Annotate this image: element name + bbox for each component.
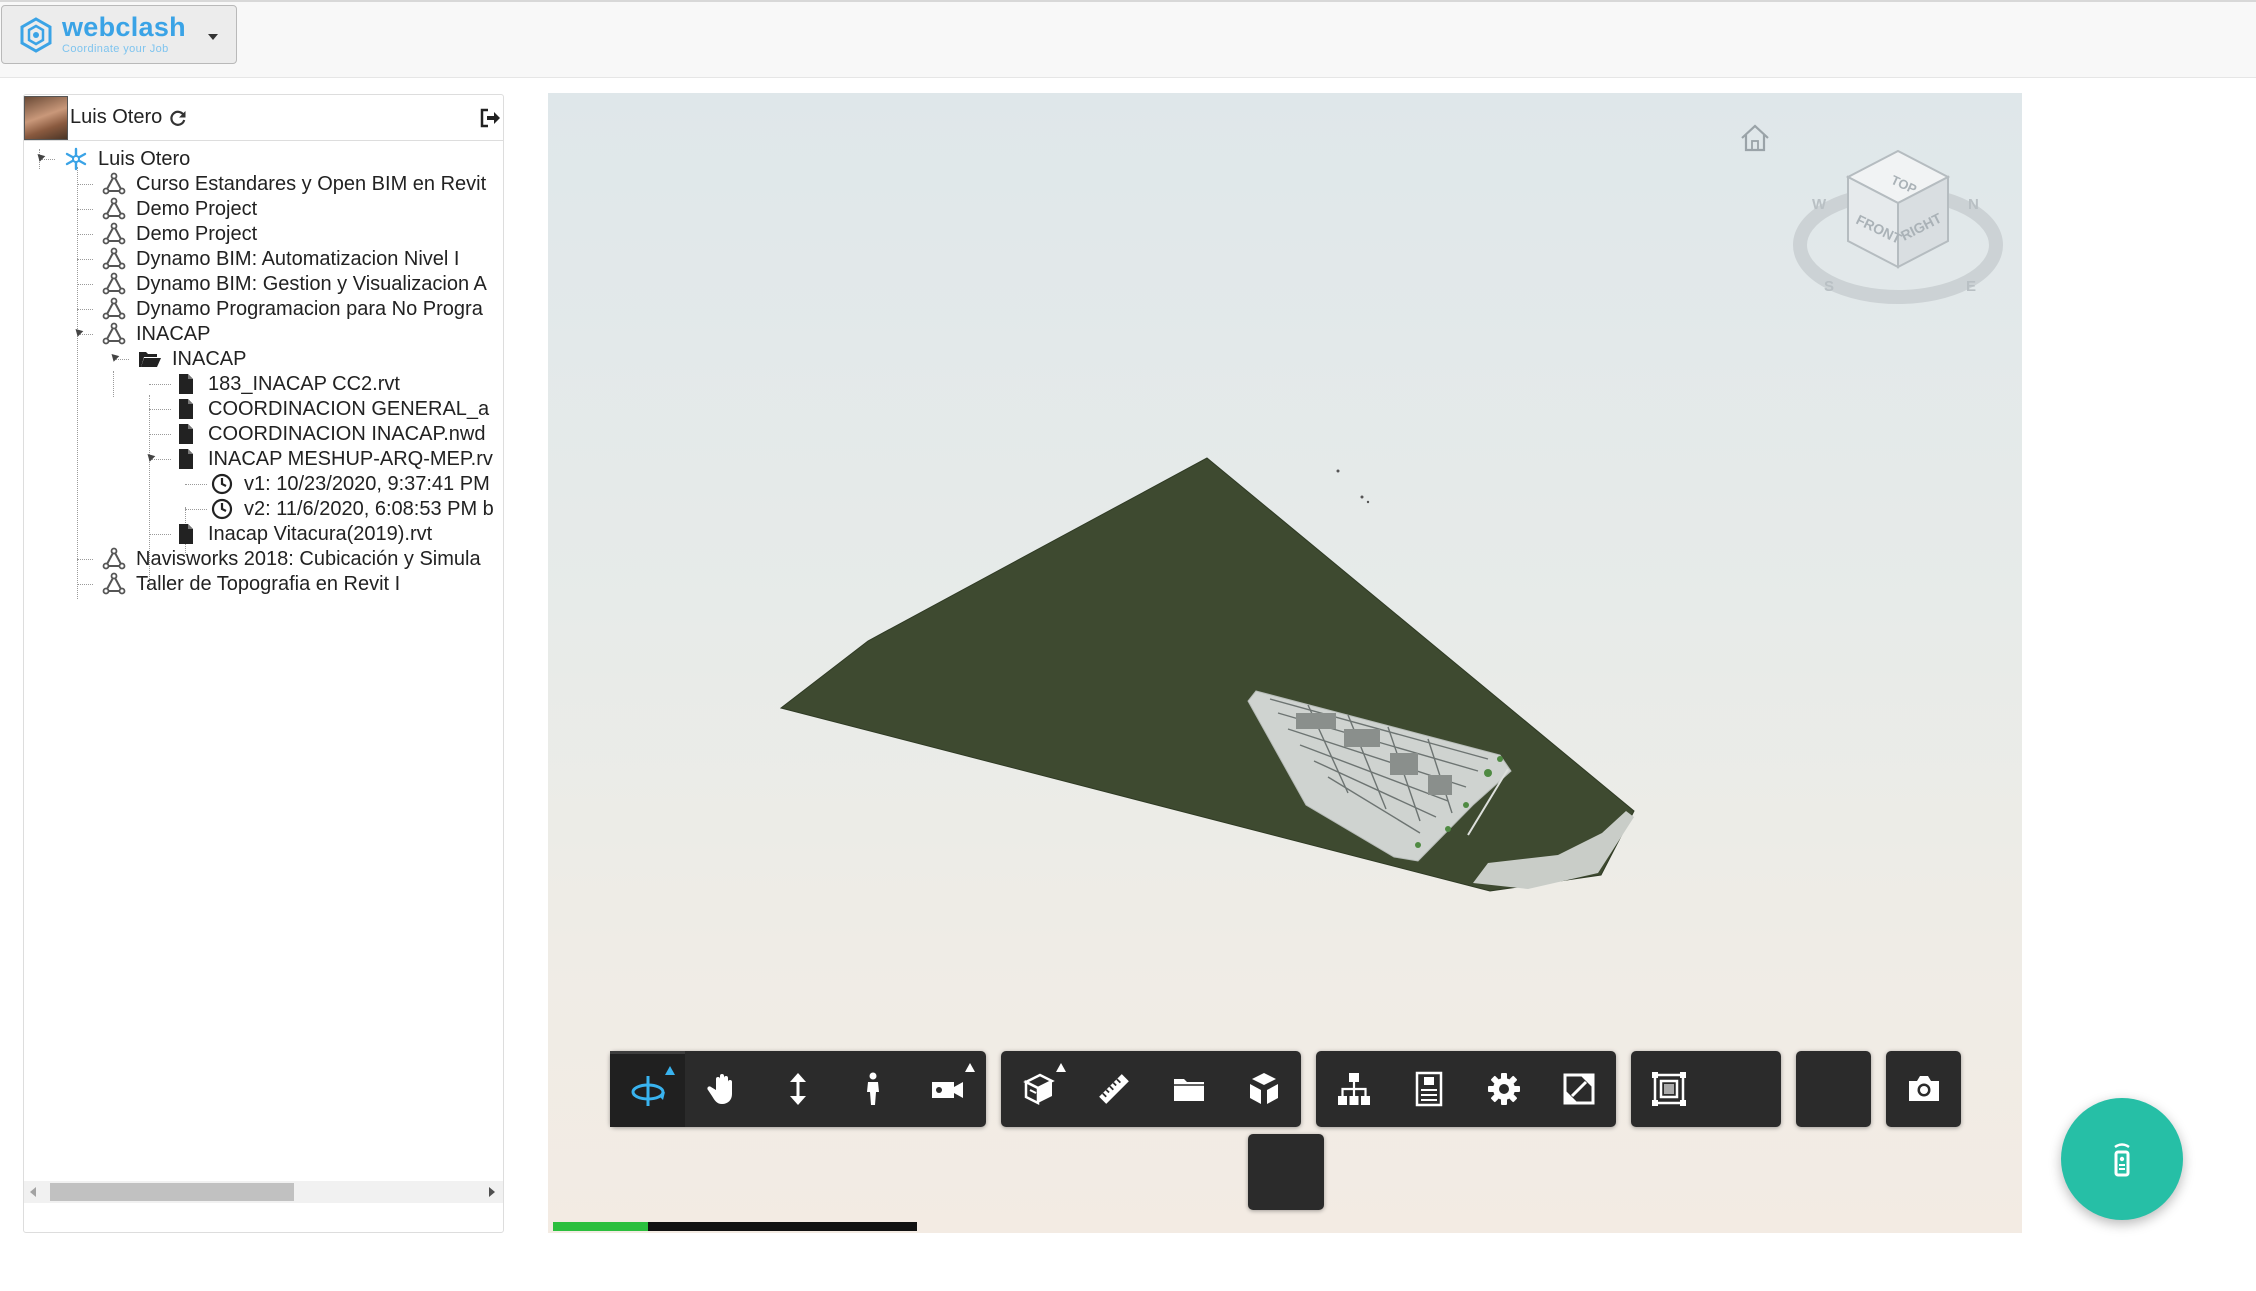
asterisk-icon [65, 147, 87, 171]
user-header: Luis Otero [24, 95, 503, 141]
submenu-indicator-icon [665, 1066, 675, 1075]
tree-connector [77, 584, 93, 585]
fullscreen-icon [1563, 1073, 1594, 1105]
collapse-toggle-icon[interactable] [108, 351, 120, 362]
scrollbar-thumb[interactable] [50, 1183, 294, 1201]
pan-icon [706, 1074, 732, 1104]
submenu-panel[interactable] [1248, 1134, 1324, 1210]
tree-node-label: Taller de Topografia en Revit I [136, 572, 401, 595]
model-browser-button[interactable] [1316, 1051, 1391, 1127]
horizontal-scrollbar[interactable] [24, 1181, 503, 1203]
model-folder-button[interactable] [1151, 1051, 1226, 1127]
collapse-toggle-icon[interactable] [34, 151, 46, 162]
logout-icon[interactable] [479, 107, 501, 129]
modeling-toolbar [1001, 1051, 1301, 1127]
orbit-icon [631, 1075, 665, 1106]
compass-south-label: S [1824, 278, 1834, 295]
loading-progress-bar [553, 1222, 917, 1231]
properties-icon [1415, 1071, 1442, 1107]
brand-menu-button[interactable]: webclash Coordinate your Job [1, 5, 237, 64]
tree-connector [77, 167, 78, 599]
collapse-toggle-icon[interactable] [144, 451, 156, 462]
extension-toolbar[interactable] [1796, 1051, 1871, 1127]
folder-open-icon [139, 352, 161, 367]
section-button[interactable] [1001, 1051, 1076, 1127]
tree-connector [149, 384, 171, 385]
compass-west-label: W [1812, 196, 1827, 213]
tree-node-project[interactable]: Taller de Topografia en Revit I [102, 566, 503, 602]
remote-icon [2114, 1143, 2130, 1177]
scroll-left-icon[interactable] [30, 1187, 36, 1197]
webclash-logo-icon [20, 16, 52, 53]
tree-connector [149, 534, 171, 535]
submenu-indicator-icon [1056, 1063, 1066, 1072]
section-icon [1022, 1073, 1055, 1106]
fit-view-button[interactable] [1631, 1051, 1706, 1127]
orbit-button[interactable] [610, 1051, 685, 1127]
camera-icon [931, 1082, 963, 1098]
tree-connector [149, 409, 171, 410]
project-tree-panel: Luis Otero Luis Otero Curso Estandares y… [23, 94, 504, 1233]
screenshot-icon [1908, 1076, 1939, 1101]
viewcube[interactable]: TOP FRONT RIGHT N W S E [1792, 133, 2004, 319]
tree-connector [185, 509, 207, 510]
home-icon[interactable] [1738, 121, 1772, 155]
tree-connector [77, 184, 93, 185]
file-icon [179, 449, 193, 469]
compass-north-label: N [1968, 196, 1979, 213]
explode-icon [1249, 1073, 1278, 1104]
project-icon [102, 322, 126, 345]
compass-east-label: E [1966, 278, 1976, 295]
camera-button[interactable] [910, 1051, 985, 1127]
loading-progress-fill [553, 1222, 648, 1231]
settings-button[interactable] [1466, 1051, 1541, 1127]
tree-connector [77, 209, 93, 210]
measure-button[interactable] [1076, 1051, 1151, 1127]
screenshot-button[interactable] [1886, 1051, 1961, 1127]
fit-view-icon [1651, 1072, 1686, 1106]
tree-connector [77, 259, 93, 260]
brand-tagline: Coordinate your Job [62, 43, 169, 55]
top-bar: webclash Coordinate your Job [0, 0, 2256, 78]
folder-icon [1173, 1079, 1204, 1101]
explode-button[interactable] [1226, 1051, 1301, 1127]
tree-connector [77, 559, 93, 560]
tree-connector [113, 371, 114, 397]
dolly-button[interactable] [760, 1051, 835, 1127]
settings-icon [1487, 1073, 1520, 1105]
3d-viewer[interactable]: TOP FRONT RIGHT N W S E [548, 93, 2022, 1233]
measure-icon [1098, 1074, 1129, 1104]
screenshot-toolbar [1886, 1051, 1961, 1127]
caret-down-icon [208, 34, 218, 40]
brand-name: webclash [62, 12, 186, 42]
tree-connector [77, 284, 93, 285]
settings-toolbar [1316, 1051, 1616, 1127]
model-browser-icon [1337, 1073, 1370, 1105]
properties-button[interactable] [1391, 1051, 1466, 1127]
project-tree: Luis Otero Curso Estandares y Open BIM e… [24, 141, 503, 1181]
pan-button[interactable] [685, 1051, 760, 1127]
avatar [24, 95, 68, 140]
first-person-button[interactable] [835, 1051, 910, 1127]
navigation-toolbar [610, 1051, 986, 1127]
collapse-toggle-icon[interactable] [72, 326, 84, 337]
remote-control-fab[interactable] [2061, 1098, 2183, 1220]
first-person-icon [866, 1072, 879, 1105]
refresh-icon[interactable] [168, 108, 188, 128]
fit-view-toolbar [1631, 1051, 1781, 1127]
tree-connector [77, 234, 93, 235]
user-name: Luis Otero [70, 106, 163, 128]
scroll-right-icon[interactable] [489, 1187, 495, 1197]
tree-connector [77, 309, 93, 310]
tree-connector [185, 484, 207, 485]
fullscreen-button[interactable] [1541, 1051, 1616, 1127]
tree-connector [149, 434, 171, 435]
project-icon [102, 572, 126, 595]
dolly-icon [789, 1073, 806, 1105]
submenu-indicator-icon [965, 1063, 975, 1072]
